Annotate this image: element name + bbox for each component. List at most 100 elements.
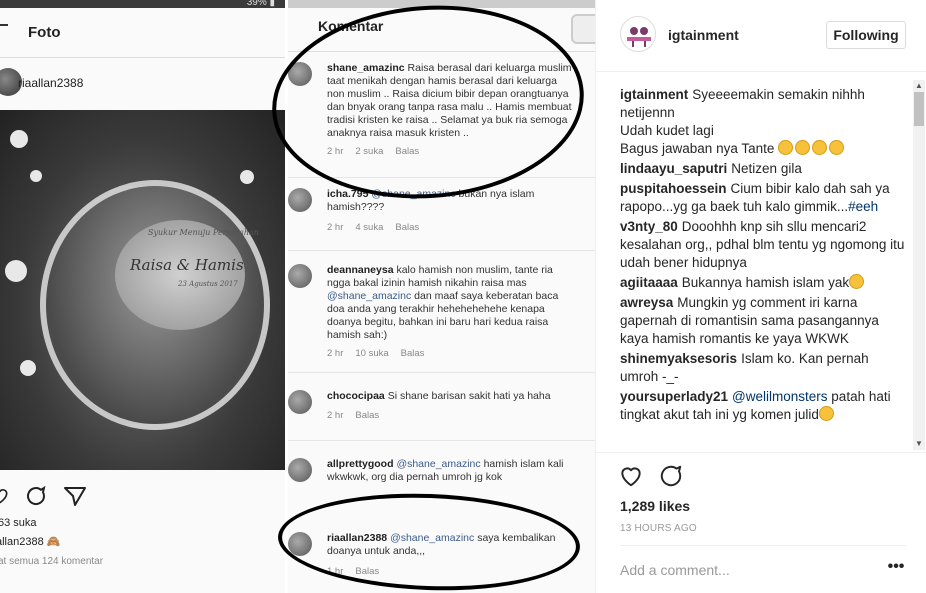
clap-emoji-icon (778, 140, 794, 155)
phone-comment-text: deannaneysa kalo hamish non muslim, tant… (327, 264, 572, 342)
comment-username[interactable]: agiitaaaa (620, 275, 678, 290)
comment-icon (27, 485, 46, 505)
list-item: agiitaaaa Bukannya hamish islam yak (620, 274, 910, 292)
scroll-down-arrow-icon[interactable]: ▼ (913, 438, 925, 450)
phone-comment-text: chococipaa Si shane barisan sakit hati y… (327, 390, 572, 403)
phone-comment-body: Si shane barisan sakit hati ya haha (387, 390, 551, 402)
comment-username[interactable]: shinemyaksesoris (620, 351, 737, 366)
comment-username[interactable]: puspitahoessein (620, 181, 727, 196)
phone-likes: 63 suka (0, 517, 37, 529)
phone-status-text: 39% ▮ (246, 0, 275, 8)
phone-action-bar (0, 480, 285, 510)
divider (288, 250, 595, 251)
phone-comment-time: 2 hr (327, 348, 344, 359)
list-item: shinemyaksesoris Islam ko. Kan pernah umr… (620, 350, 910, 386)
card-date: 23 Agustus 2017 (178, 280, 238, 288)
phone-header-button (571, 14, 595, 44)
comment-text: Udah kudet lagi (620, 123, 714, 138)
avatar (288, 188, 312, 212)
phone-comment-time: 2 hr (327, 222, 344, 233)
flower-decoration (20, 360, 36, 376)
avatar[interactable] (620, 16, 656, 52)
avatar (288, 458, 312, 482)
phone-username: riaallan2388 (18, 76, 84, 90)
post-header: igtainment Following (596, 0, 926, 72)
phone-header: Foto (0, 8, 285, 58)
comment-username[interactable]: igtainment (620, 87, 688, 102)
clap-emoji-icon (812, 140, 828, 155)
phone-comment-meta: 2 hr 4 suka Balas (327, 222, 431, 233)
list-item: awreysa Mungkin yg comment iri karna gape… (620, 294, 910, 348)
divider (288, 372, 595, 373)
comment-mention[interactable]: @welilmonsters (732, 389, 827, 404)
scrollbar-thumb[interactable] (914, 92, 924, 126)
phone-user-row: riaallan2388 (0, 62, 285, 104)
phone-comment-user: chococipaa (327, 390, 385, 402)
comments-scrollbar[interactable]: ▲ ▼ (913, 80, 925, 450)
phone-comment-reply: Balas (395, 222, 420, 233)
add-comment-section: ••• (620, 545, 906, 593)
phone-status-bar: 39% ▮ (0, 0, 285, 8)
comment-username[interactable]: v3nty_80 (620, 219, 678, 234)
phone-comment-likes: 4 suka (355, 222, 384, 233)
phone-comment-mention: @shane_amazinc (396, 458, 481, 470)
clap-emoji-icon (829, 140, 845, 155)
igtainment-logo-icon (627, 27, 651, 47)
card-text: Syukur Menuju Pernikahan (148, 228, 259, 237)
phone-comment-reply: Balas (400, 348, 425, 359)
post-image: 39% ▮ Foto riaallan2388 Syukur Menuju Pe… (0, 0, 595, 593)
heart-icon[interactable] (618, 463, 644, 489)
phone-comment-likes: 10 suka (355, 348, 389, 359)
flower-decoration (30, 170, 42, 182)
flower-decoration (240, 170, 254, 184)
comment-icon[interactable] (658, 463, 684, 489)
comment-hashtag[interactable]: #eeh (848, 199, 878, 214)
following-button[interactable]: Following (826, 21, 906, 49)
phone-title: Foto (28, 24, 61, 41)
phone-caption: allan2388 🙈 (0, 536, 61, 548)
highlight-circle (276, 488, 582, 593)
comment-username[interactable]: lindaayu_saputri (620, 161, 727, 176)
likes-count[interactable]: 1,289 likes (620, 498, 690, 514)
post-author-username[interactable]: igtainment (668, 27, 739, 43)
right-phone-screenshot: Komentar shane_amazinc Raisa berasal dar… (265, 0, 595, 593)
back-arrow-icon (0, 24, 8, 26)
phone-comment-user: deannaneysa (327, 264, 394, 276)
phone-comment-user: allprettygood (327, 458, 394, 470)
divider (288, 440, 595, 441)
comment-text: Bukannya hamish islam yak (681, 275, 850, 290)
flower-decoration (10, 130, 28, 148)
heart-icon (0, 489, 8, 504)
phone-comment-time: 2 hr (327, 410, 344, 421)
add-comment-input[interactable] (620, 560, 860, 580)
more-options-button[interactable]: ••• (886, 559, 906, 580)
comment-username[interactable]: yoursuperlady21 (620, 389, 728, 404)
phone-view-all-comments: at semua 124 komentar (0, 556, 104, 567)
phone-comment-reply: Balas (355, 410, 380, 421)
list-item: v3nty_80 Dooohhh knp sih sllu mencari2 ke… (620, 218, 910, 272)
phone-comment-mention: @shane_amazinc (327, 290, 412, 302)
comment-text: Netizen gila (731, 161, 802, 176)
left-phone-screenshot: 39% ▮ Foto riaallan2388 Syukur Menuju Pe… (0, 0, 285, 593)
list-item: yoursuperlady21 @welilmonsters patah hati… (620, 388, 910, 424)
phone-comment-meta: 2 hr 10 suka Balas (327, 348, 436, 359)
avatar (288, 264, 312, 288)
post-actions: 1,289 likes 13 HOURS AGO ••• (596, 452, 926, 593)
scroll-up-arrow-icon[interactable]: ▲ (913, 80, 925, 92)
list-item: lindaayu_saputri Netizen gila (620, 160, 910, 178)
share-icon (64, 487, 86, 506)
clap-emoji-icon (795, 140, 811, 155)
avatar (288, 390, 312, 414)
comment-username[interactable]: awreysa (620, 295, 673, 310)
post-timestamp[interactable]: 13 HOURS AGO (620, 523, 697, 534)
caption-comment: igtainment Syeeeemakin semakin nihhh neti… (620, 86, 910, 158)
flower-decoration (5, 260, 27, 282)
comments-list: igtainment Syeeeemakin semakin nihhh neti… (620, 86, 910, 452)
list-item: puspitahoessein Cium bibir kalo dah sah y… (620, 180, 910, 216)
phone-comment-text: allprettygood @shane_amazinc hamish isla… (327, 458, 572, 484)
wedding-photo: Syukur Menuju Pernikahan Raisa & Hamis 2… (0, 110, 285, 470)
comment-text: Bagus jawaban nya Tante (620, 141, 775, 156)
sweat-smile-emoji-icon (849, 274, 865, 289)
post-sidebar: igtainment Following igtainment Syeeeemak… (595, 0, 926, 593)
phone-comment-meta: 2 hr Balas (327, 410, 391, 421)
